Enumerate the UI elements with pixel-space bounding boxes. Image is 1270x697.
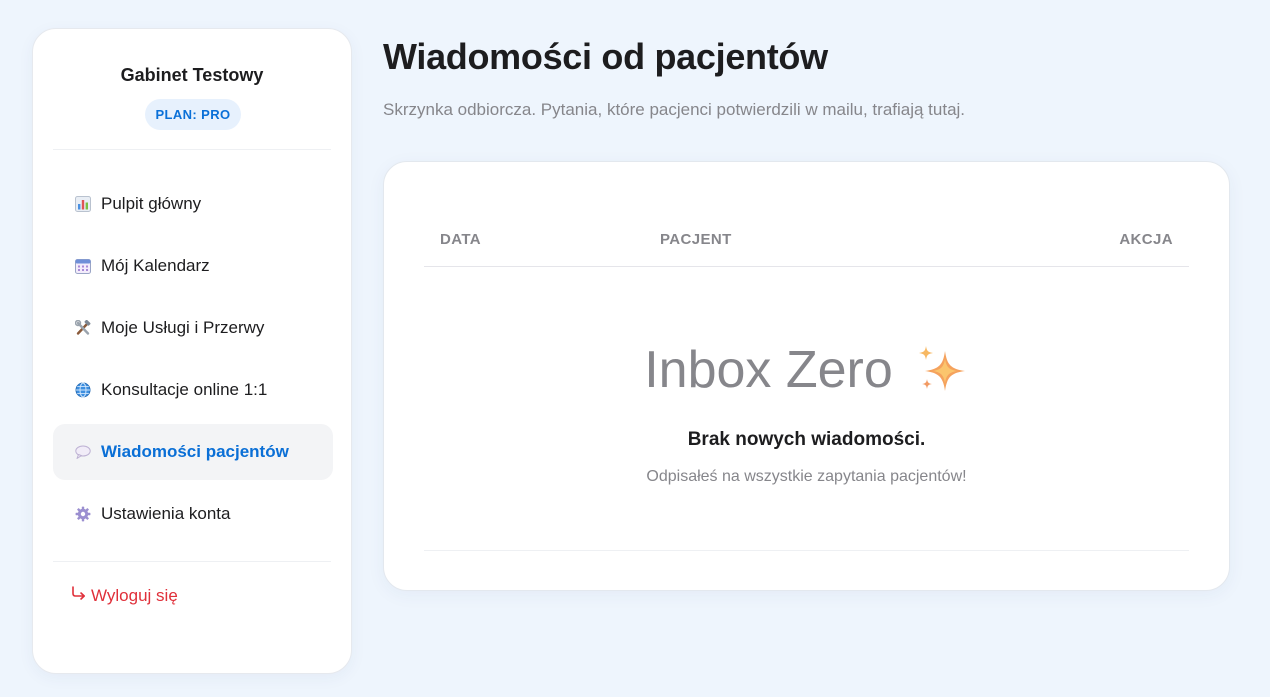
speech-bubble-icon (75, 444, 91, 460)
page-subtitle: Skrzynka odbiorcza. Pytania, które pacje… (383, 100, 966, 119)
sidebar-item-patient-messages[interactable]: Wiadomości pacjentów (53, 424, 333, 480)
empty-state-title: Inbox Zero (384, 340, 1229, 400)
sidebar-item-label: Mój Kalendarz (101, 256, 210, 275)
sidebar-item-online-consultations[interactable]: Konsultacje online 1:1 (53, 362, 333, 418)
clinic-name: Gabinet Testowy (120, 65, 264, 85)
sidebar: Gabinet Testowy PLAN: PRO Pulpit główny … (32, 28, 352, 674)
column-header-patient: PACJENT (660, 231, 732, 248)
column-header-date: DATA (440, 231, 482, 248)
globe-icon (75, 382, 91, 398)
calendar-icon (75, 258, 91, 274)
sidebar-item-calendar[interactable]: Mój Kalendarz (53, 238, 333, 294)
logout-arrow-icon (71, 585, 87, 606)
sidebar-divider-top (53, 149, 331, 150)
sidebar-divider-bottom (53, 561, 331, 562)
plan-badge: PLAN: PRO (145, 99, 241, 130)
table-footer-divider (424, 550, 1189, 551)
bar-chart-icon (75, 196, 91, 212)
messages-card: DATA PACJENT AKCJA Inbox Zero Brak nowyc… (383, 161, 1230, 591)
sidebar-item-label: Wiadomości pacjentów (101, 442, 289, 461)
column-header-action: AKCJA (1119, 231, 1173, 248)
page-title: Wiadomości od pacjentów (383, 36, 828, 77)
sidebar-item-label: Konsultacje online 1:1 (101, 380, 268, 399)
sidebar-item-label: Ustawienia konta (101, 504, 231, 523)
sidebar-item-label: Pulpit główny (101, 194, 202, 213)
empty-state-heading: Brak nowych wiadomości. (687, 429, 926, 450)
empty-state-text: Odpisałeś na wszystkie zapytania pacjent… (646, 468, 967, 485)
empty-state-title-text: Inbox Zero (644, 341, 893, 399)
logout-label: Wyloguj się (91, 585, 178, 605)
sidebar-nav: Pulpit główny Mój Kalendarz Moje Usługi … (53, 176, 333, 548)
sidebar-item-label: Moje Usługi i Przerwy (101, 318, 265, 337)
sidebar-item-dashboard[interactable]: Pulpit główny (53, 176, 333, 232)
gear-icon (75, 506, 91, 522)
tools-icon (75, 320, 91, 336)
sparkles-icon (918, 346, 965, 391)
table-header-divider (424, 266, 1189, 267)
sidebar-item-account-settings[interactable]: Ustawienia konta (53, 486, 333, 542)
sidebar-item-services[interactable]: Moje Usługi i Przerwy (53, 300, 333, 356)
logout-button[interactable]: Wyloguj się (71, 585, 178, 606)
